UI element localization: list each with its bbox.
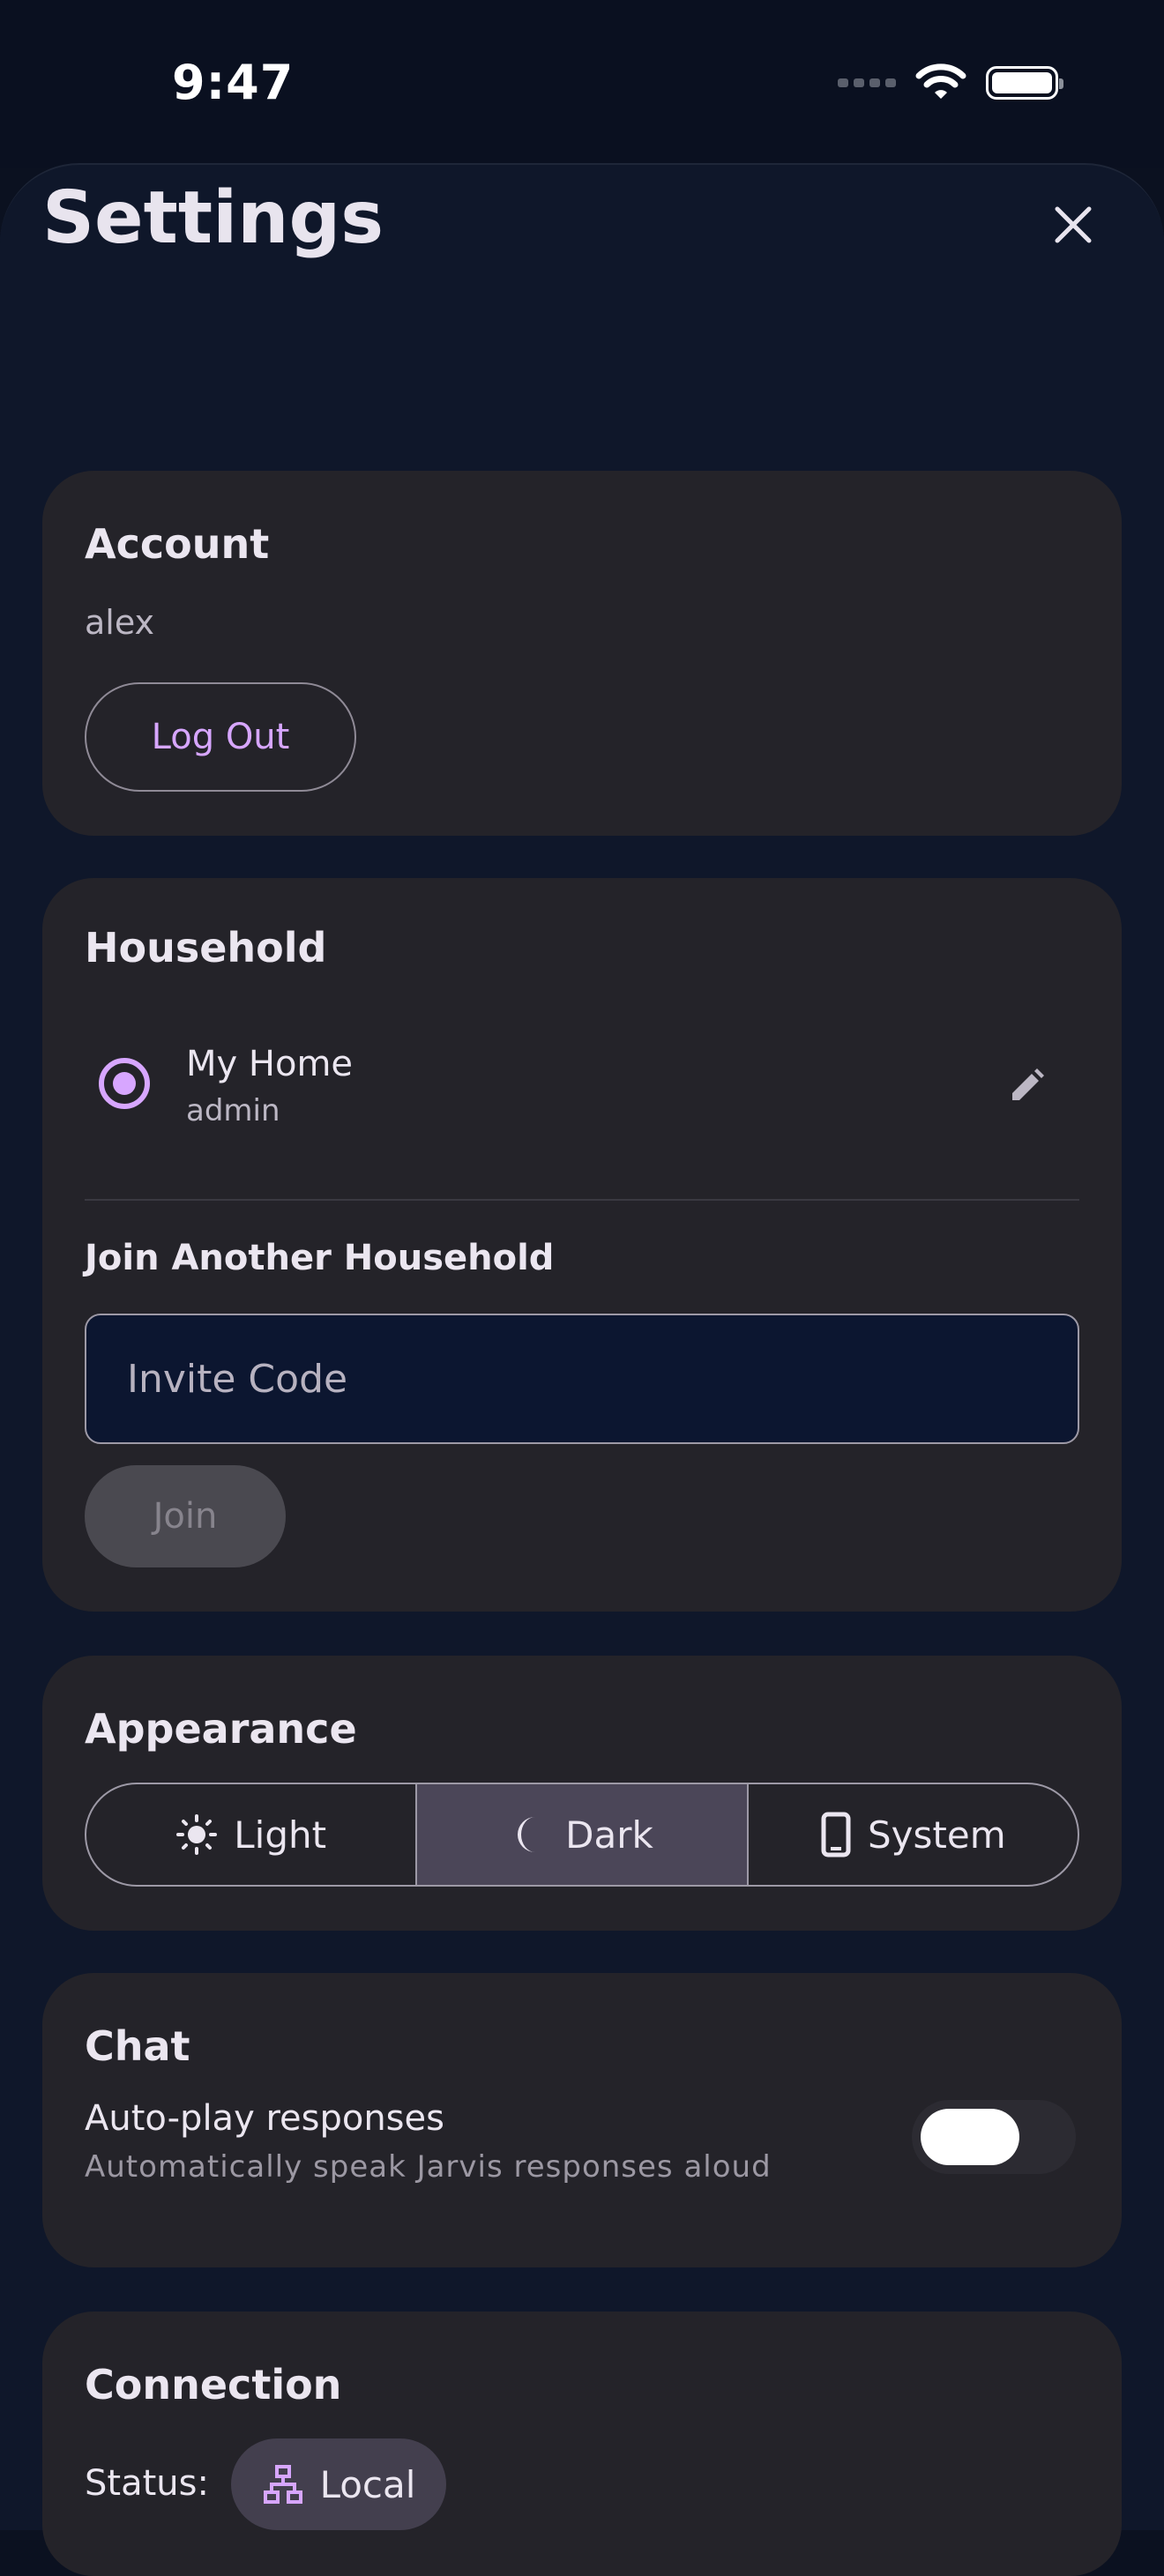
theme-option-label: System — [868, 1813, 1006, 1857]
edit-household-button[interactable] — [1002, 1061, 1051, 1111]
theme-option-light[interactable]: Light — [86, 1784, 418, 1885]
chat-title: Chat — [85, 2022, 190, 2070]
connection-status-value: Local — [319, 2462, 416, 2506]
phone-icon — [821, 1812, 851, 1858]
cellular-signal-icon — [838, 78, 896, 87]
theme-option-label: Dark — [565, 1813, 653, 1857]
join-household-title: Join Another Household — [85, 1238, 555, 1278]
sun-icon — [176, 1814, 218, 1855]
household-title: Household — [85, 924, 327, 972]
theme-option-system[interactable]: System — [749, 1784, 1078, 1885]
connection-status-label: Status: — [85, 2463, 209, 2504]
connection-status-chip: Local — [231, 2438, 446, 2530]
page-title: Settings — [42, 176, 384, 260]
appearance-title: Appearance — [85, 1705, 357, 1753]
theme-option-label: Light — [234, 1813, 327, 1857]
divider — [85, 1199, 1079, 1201]
wifi-icon — [915, 63, 966, 99]
status-time: 9:47 — [172, 55, 295, 110]
theme-segmented-control: Light Dark System — [85, 1783, 1079, 1887]
theme-option-dark[interactable]: Dark — [417, 1784, 749, 1885]
account-username: alex — [85, 603, 155, 642]
status-bar: 9:47 — [0, 0, 1164, 168]
close-button[interactable] — [1044, 196, 1102, 254]
household-radio-selected[interactable] — [99, 1058, 150, 1109]
account-card: Account alex Log Out — [42, 471, 1122, 836]
appearance-card: Appearance Light Dark System — [42, 1656, 1122, 1931]
connection-title: Connection — [85, 2361, 342, 2408]
moon-icon — [518, 1817, 536, 1852]
account-title: Account — [85, 520, 270, 568]
network-icon — [263, 2465, 302, 2504]
invite-code-input[interactable] — [85, 1314, 1079, 1444]
chat-card: Chat Auto-play responses Automatically s… — [42, 1973, 1122, 2267]
join-button[interactable]: Join — [85, 1465, 286, 1567]
household-name: My Home — [186, 1044, 354, 1084]
autoplay-description: Automatically speak Jarvis responses alo… — [85, 2149, 772, 2185]
autoplay-toggle[interactable] — [912, 2100, 1076, 2174]
battery-icon — [986, 66, 1063, 100]
status-icons — [838, 63, 1063, 102]
logout-button[interactable]: Log Out — [85, 682, 356, 792]
connection-card: Connection Status: Local — [42, 2312, 1122, 2576]
autoplay-label: Auto-play responses — [85, 2098, 444, 2139]
household-role: admin — [186, 1093, 280, 1128]
household-card: Household My Home admin Join Another Hou… — [42, 878, 1122, 1612]
toggle-knob — [921, 2109, 1019, 2165]
pencil-icon — [1012, 1068, 1044, 1100]
close-icon — [1055, 206, 1092, 243]
